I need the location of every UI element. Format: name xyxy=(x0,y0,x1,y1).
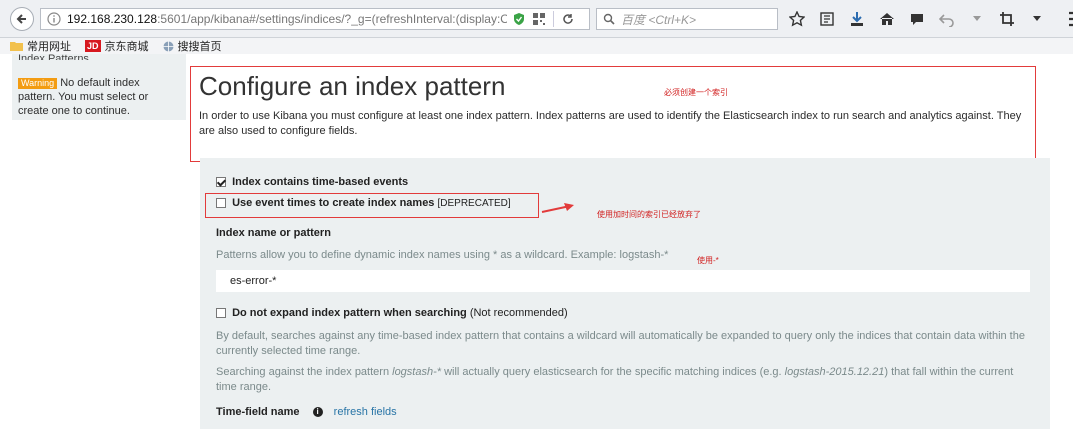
undo-icon[interactable] xyxy=(938,10,956,28)
bookmarks-bar: 常用网址 JD 京东商城 搜搜首页 xyxy=(0,38,1073,54)
time-field-row: Time-field name i refresh fields xyxy=(216,406,397,418)
expand-help-2: Searching against the index pattern logs… xyxy=(216,365,1026,395)
help-text-example: logstash-2015.12.21 xyxy=(784,366,885,378)
sidebar-index-patterns: Index Patterns Warning No default index p… xyxy=(12,53,186,120)
annotation-arrow-icon xyxy=(541,203,574,213)
crop-icon[interactable] xyxy=(998,10,1016,28)
menu-icon[interactable] xyxy=(1068,10,1073,28)
index-name-help: Patterns allow you to define dynamic ind… xyxy=(216,249,669,261)
chat-icon[interactable] xyxy=(908,10,926,28)
back-button[interactable] xyxy=(10,7,34,31)
reader-icon[interactable] xyxy=(818,10,836,28)
event-times-checkbox[interactable] xyxy=(216,198,226,209)
help-text-part: will actually query elasticsearch for th… xyxy=(441,366,785,378)
folder-icon xyxy=(10,42,23,51)
star-icon[interactable] xyxy=(788,10,806,28)
expand-checkbox[interactable] xyxy=(216,308,226,319)
expand-suffix: (Not recommended) xyxy=(469,307,568,319)
url-text[interactable]: 192.168.230.128:5601/app/kibana#/setting… xyxy=(67,12,507,26)
annotation-deprecated-note: 使用加时间的索引已经放弃了 xyxy=(597,210,701,219)
sidebar-heading: Index Patterns xyxy=(18,53,89,60)
time-field-label: Time-field name xyxy=(216,406,300,418)
time-based-label: Index contains time-based events xyxy=(232,176,409,188)
help-text-part: Searching against the index pattern xyxy=(216,366,393,378)
download-icon[interactable] xyxy=(848,10,866,28)
help-text-example: logstash-* xyxy=(392,366,442,378)
event-times-row[interactable]: Use event times to create index names [D… xyxy=(216,197,511,209)
qr-code-icon[interactable] xyxy=(533,13,545,25)
arrow-left-icon xyxy=(16,14,26,24)
bookmark-jd[interactable]: JD 京东商城 xyxy=(85,38,149,54)
annotation-use-note: 使用-* xyxy=(697,256,719,265)
bookmark-label: 京东商城 xyxy=(104,41,149,53)
url-path: :5601/app/kibana#/settings/indices/?_g=(… xyxy=(157,12,507,26)
expand-label: Do not expand index pattern when searchi… xyxy=(232,307,467,319)
jd-icon: JD xyxy=(85,40,101,52)
search-input[interactable]: 百度 <Ctrl+K> xyxy=(596,8,778,30)
info-icon[interactable] xyxy=(47,12,61,26)
no-default-warning: Warning No default index pattern. You mus… xyxy=(18,76,178,118)
sidebar: Index Patterns Warning No default index p… xyxy=(0,53,186,429)
page-title: Configure an index pattern xyxy=(199,71,506,101)
deprecated-tag: [DEPRECATED] xyxy=(437,198,511,209)
bookmark-sousou[interactable]: 搜搜首页 xyxy=(163,38,222,54)
bookmark-label: 搜搜首页 xyxy=(177,41,222,53)
warning-badge: Warning xyxy=(18,78,58,89)
expand-row[interactable]: Do not expand index pattern when searchi… xyxy=(216,307,568,319)
browser-toolbar: 192.168.230.128:5601/app/kibana#/setting… xyxy=(0,0,1073,38)
info-icon[interactable]: i xyxy=(312,407,323,418)
chevron-down-icon[interactable] xyxy=(968,10,986,28)
home-icon[interactable] xyxy=(878,10,896,28)
address-bar[interactable]: 192.168.230.128:5601/app/kibana#/setting… xyxy=(40,8,590,30)
time-based-row[interactable]: Index contains time-based events xyxy=(216,176,408,188)
event-times-label: Use event times to create index names xyxy=(232,197,435,209)
search-icon xyxy=(603,13,615,25)
shield-icon[interactable] xyxy=(513,12,525,26)
index-pattern-input[interactable] xyxy=(216,270,1030,292)
search-placeholder: 百度 <Ctrl+K> xyxy=(621,12,697,27)
chevron-down-icon[interactable] xyxy=(1028,10,1046,28)
expand-help-1: By default, searches against any time-ba… xyxy=(216,330,1025,357)
page-header: Configure an index pattern In order to u… xyxy=(190,66,1036,162)
annotation-must-create: 必须创建一个索引 xyxy=(664,88,728,97)
url-host: 192.168.230.128 xyxy=(67,12,158,26)
time-based-checkbox[interactable] xyxy=(216,177,226,188)
reload-icon[interactable] xyxy=(562,13,574,25)
page-description: In order to use Kibana you must configur… xyxy=(199,110,1022,137)
globe-icon xyxy=(163,41,174,51)
refresh-fields-link[interactable]: refresh fields xyxy=(334,406,397,418)
index-name-label: Index name or pattern xyxy=(216,227,331,239)
